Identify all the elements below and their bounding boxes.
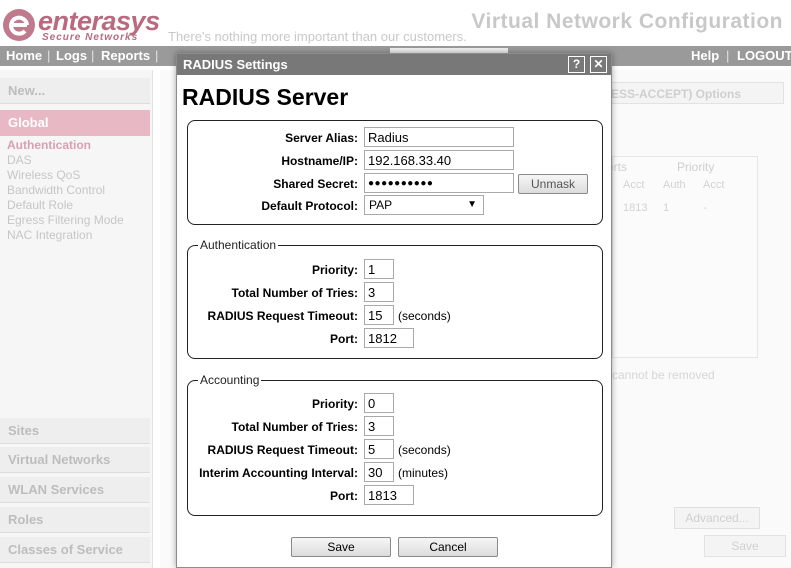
- nav-help[interactable]: Help: [691, 48, 719, 63]
- auth-port-label: Port:: [330, 332, 358, 346]
- accounting-group: Accounting Priority: 0 Total Number of T…: [187, 373, 603, 516]
- sidebar-sub-default-role[interactable]: Default Role: [7, 198, 73, 212]
- tagline: There's nothing more important than our …: [168, 29, 467, 44]
- authentication-legend: Authentication: [198, 238, 279, 252]
- table-header-auth: Auth: [663, 179, 686, 191]
- shared-secret-input[interactable]: ●●●●●●●●●●: [364, 173, 514, 193]
- sidebar: New... Global Authentication DAS Wireles…: [0, 70, 153, 568]
- sidebar-classes-of-service[interactable]: Classes of Service: [0, 537, 150, 563]
- interim-interval-label: Interim Accounting Interval:: [199, 466, 358, 480]
- nav-home[interactable]: Home: [6, 48, 42, 63]
- table-cell-acct: -: [703, 202, 707, 214]
- acct-timeout-input[interactable]: 5: [364, 439, 394, 459]
- enterasys-logo-icon: [3, 9, 35, 41]
- acct-timeout-unit: (seconds): [398, 443, 451, 457]
- auth-priority-input[interactable]: 1: [364, 259, 394, 279]
- server-alias-label: Server Alias:: [285, 131, 358, 145]
- acct-timeout-label: RADIUS Request Timeout:: [207, 443, 358, 457]
- server-alias-input[interactable]: Radius: [364, 127, 514, 147]
- dialog-heading: RADIUS Server: [182, 84, 349, 110]
- auth-timeout-input[interactable]: 15: [364, 305, 394, 325]
- table-cell-port: 1813: [623, 202, 648, 214]
- authentication-group: Authentication Priority: 1 Total Number …: [187, 238, 603, 359]
- acct-tries-input[interactable]: 3: [364, 416, 394, 436]
- nav-separator: |: [726, 48, 730, 63]
- nav-separator: |: [47, 48, 51, 63]
- app-title: Virtual Network Configuration: [471, 10, 783, 33]
- dialog-title: RADIUS Settings: [183, 57, 288, 72]
- chevron-down-icon: ▼: [467, 199, 477, 210]
- dialog-save-button[interactable]: Save: [291, 537, 391, 557]
- auth-priority-label: Priority:: [311, 263, 358, 277]
- shared-secret-label: Shared Secret:: [273, 177, 358, 191]
- hostname-input[interactable]: 192.168.33.40: [364, 150, 514, 170]
- logo-subtitle: Secure Networks: [42, 32, 139, 43]
- close-icon[interactable]: ✕: [590, 56, 607, 73]
- acct-port-label: Port:: [330, 489, 358, 503]
- sidebar-sub-das[interactable]: DAS: [7, 153, 32, 167]
- table-header-priority: Priority: [677, 160, 715, 174]
- hostname-label: Hostname/IP:: [281, 154, 358, 168]
- sidebar-sites[interactable]: Sites: [0, 418, 150, 444]
- table-cell-auth: 1: [663, 202, 670, 214]
- auth-tries-input[interactable]: 3: [364, 282, 394, 302]
- sidebar-virtual-networks[interactable]: Virtual Networks: [0, 447, 150, 473]
- table-header-acct-priority: Acct: [703, 179, 725, 191]
- sidebar-global[interactable]: Global: [0, 110, 150, 136]
- app-header: enterasys Secure Networks There's nothin…: [0, 0, 791, 46]
- nav-logs[interactable]: Logs: [56, 48, 87, 63]
- unmask-button[interactable]: Unmask: [518, 174, 588, 194]
- default-protocol-value: PAP: [369, 198, 393, 212]
- acct-port-input[interactable]: 1813: [364, 485, 414, 505]
- default-protocol-label: Default Protocol:: [261, 199, 358, 213]
- help-icon[interactable]: ?: [568, 56, 585, 73]
- sidebar-sub-authentication[interactable]: Authentication: [7, 138, 91, 152]
- sidebar-new[interactable]: New...: [0, 78, 150, 104]
- main-save-button[interactable]: Save: [704, 535, 786, 557]
- dialog-cancel-button[interactable]: Cancel: [398, 537, 498, 557]
- sidebar-roles[interactable]: Roles: [0, 507, 150, 533]
- auth-timeout-unit: (seconds): [398, 309, 451, 323]
- acct-tries-label: Total Number of Tries:: [231, 420, 358, 434]
- nav-separator: |: [155, 48, 159, 63]
- table-header-acct: Acct: [623, 179, 645, 191]
- interim-interval-unit: (minutes): [398, 466, 449, 480]
- auth-port-input[interactable]: 1812: [364, 328, 414, 348]
- auth-tries-label: Total Number of Tries:: [231, 286, 358, 300]
- sidebar-wlan-services[interactable]: WLAN Services: [0, 477, 150, 503]
- accounting-legend: Accounting: [198, 373, 262, 387]
- options-header[interactable]: ESS-ACCEPT) Options: [606, 82, 784, 104]
- sidebar-sub-bandwidth-control[interactable]: Bandwidth Control: [7, 183, 105, 197]
- interim-interval-input[interactable]: 30: [364, 462, 394, 482]
- nav-separator: |: [91, 48, 95, 63]
- radius-settings-dialog: RADIUS Settings ? ✕ RADIUS Server Server…: [176, 53, 612, 568]
- nav-logout[interactable]: LOGOUT: [737, 48, 791, 63]
- auth-timeout-label: RADIUS Request Timeout:: [207, 309, 358, 323]
- radius-servers-table: orts Priority Acct Auth Acct 1813 1 -: [607, 156, 758, 358]
- cannot-remove-note: cannot be removed: [612, 368, 715, 382]
- dialog-titlebar[interactable]: RADIUS Settings ? ✕: [177, 54, 611, 75]
- acct-priority-label: Priority:: [311, 397, 358, 411]
- acct-priority-input[interactable]: 0: [364, 393, 394, 413]
- advanced-button[interactable]: Advanced...: [674, 507, 760, 529]
- nav-reports[interactable]: Reports: [101, 48, 150, 63]
- server-group: Server Alias: Radius Hostname/IP: 192.16…: [187, 120, 603, 225]
- sidebar-sub-nac-integration[interactable]: NAC Integration: [7, 228, 92, 242]
- default-protocol-select[interactable]: PAP ▼: [364, 195, 484, 215]
- sidebar-sub-egress-filtering[interactable]: Egress Filtering Mode: [7, 213, 124, 227]
- sidebar-sub-wireless-qos[interactable]: Wireless QoS: [7, 168, 80, 182]
